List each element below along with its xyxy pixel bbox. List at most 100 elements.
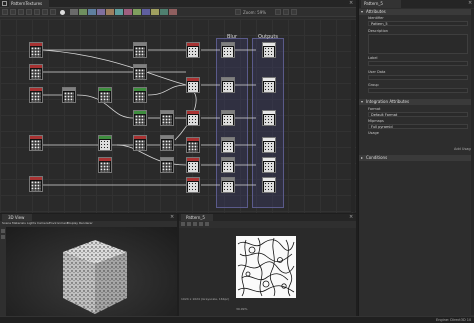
properties-tab-title: Pattern_5 bbox=[364, 1, 383, 6]
graph-node[interactable] bbox=[62, 87, 76, 103]
group-field[interactable] bbox=[368, 88, 468, 93]
node-header bbox=[222, 138, 234, 141]
mipmaps-value: Full pyramid bbox=[371, 125, 393, 129]
close-icon[interactable]: × bbox=[170, 215, 174, 220]
graph-node[interactable] bbox=[29, 42, 43, 58]
node-thumbnail bbox=[264, 82, 274, 92]
node-header bbox=[263, 158, 275, 161]
node-thumbnail bbox=[162, 115, 172, 125]
graph-node[interactable] bbox=[160, 110, 174, 126]
blur-node[interactable] bbox=[221, 177, 235, 193]
add-usage-button[interactable]: Add Usage bbox=[454, 147, 473, 152]
label-field[interactable] bbox=[368, 61, 468, 66]
blur-node[interactable] bbox=[221, 137, 235, 153]
view3d-menu-renderer[interactable]: Renderer bbox=[79, 222, 93, 225]
mipmaps-select[interactable]: Full pyramid bbox=[368, 124, 468, 129]
view2d-tab[interactable]: Pattern_5 bbox=[181, 214, 213, 221]
view2d-zoom: 39.99% bbox=[236, 307, 248, 311]
graph-node[interactable] bbox=[186, 42, 200, 58]
node-thumbnail bbox=[188, 82, 198, 92]
blur-node[interactable] bbox=[221, 110, 235, 126]
node-thumbnail bbox=[188, 142, 198, 152]
graph-node[interactable] bbox=[29, 135, 43, 151]
graph-node[interactable] bbox=[186, 177, 200, 193]
graph-node[interactable] bbox=[133, 64, 147, 80]
graph-node[interactable] bbox=[160, 135, 174, 151]
graph-scrollbar[interactable] bbox=[351, 20, 355, 212]
user-data-field[interactable] bbox=[368, 75, 468, 80]
node-header bbox=[187, 43, 199, 46]
graph-node[interactable] bbox=[29, 176, 43, 192]
node-thumbnail bbox=[64, 92, 74, 102]
texture-preview[interactable] bbox=[236, 236, 296, 298]
node-header bbox=[30, 88, 42, 91]
identifier-field[interactable]: Pattern_5 bbox=[368, 21, 468, 26]
node-thumbnail bbox=[100, 92, 110, 102]
output-node[interactable] bbox=[262, 137, 276, 153]
graph-node[interactable] bbox=[29, 64, 43, 80]
properties-tab-bar: Pattern_5 × bbox=[359, 0, 474, 8]
node-thumbnail bbox=[135, 92, 145, 102]
blur-node[interactable] bbox=[221, 77, 235, 93]
node-header bbox=[263, 43, 275, 46]
description-label: Description bbox=[368, 29, 388, 33]
view-tool-icon[interactable] bbox=[1, 229, 5, 233]
graph-node[interactable] bbox=[186, 77, 200, 93]
description-field[interactable] bbox=[368, 34, 468, 54]
view-tool-icon[interactable] bbox=[187, 222, 191, 226]
view3d-tab-title: 3D View bbox=[8, 215, 25, 220]
view3d-menu-environment[interactable]: Environment bbox=[49, 222, 68, 225]
view3d-menu-lights[interactable]: Lights bbox=[27, 222, 36, 225]
node-thumbnail bbox=[31, 69, 41, 79]
usage-label: Usage bbox=[368, 131, 379, 135]
properties-tab[interactable]: Pattern_5 bbox=[361, 0, 401, 8]
view3d-tab[interactable]: 3D View bbox=[2, 214, 32, 221]
view-tool-icon[interactable] bbox=[1, 235, 5, 239]
close-icon[interactable]: × bbox=[349, 215, 353, 220]
graph-node[interactable] bbox=[186, 110, 200, 126]
node-header bbox=[161, 136, 173, 139]
view3d-menu-camera[interactable]: Camera bbox=[37, 222, 49, 225]
graph-node[interactable] bbox=[133, 135, 147, 151]
graph-node[interactable] bbox=[98, 157, 112, 173]
section-attributes-title: Attributes bbox=[366, 9, 386, 14]
graph-node[interactable] bbox=[160, 157, 174, 173]
node-thumbnail bbox=[135, 69, 145, 79]
section-integration-header[interactable]: ▾ Integration Attributes bbox=[359, 99, 474, 105]
blur-node[interactable] bbox=[221, 42, 235, 58]
graph-node[interactable] bbox=[98, 135, 112, 151]
view3d-menu-display[interactable]: Display bbox=[67, 222, 78, 225]
view-tool-icon[interactable] bbox=[181, 222, 185, 226]
output-node[interactable] bbox=[262, 157, 276, 173]
close-icon[interactable]: × bbox=[468, 1, 472, 6]
view3d-menu-scene[interactable]: Scene bbox=[2, 222, 11, 225]
view-tool-icon[interactable] bbox=[205, 222, 209, 226]
node-thumbnail bbox=[264, 47, 274, 57]
label-label: Label bbox=[368, 56, 378, 60]
node-header bbox=[134, 136, 146, 139]
node-header bbox=[30, 177, 42, 180]
graph-node[interactable] bbox=[29, 87, 43, 103]
graph-node[interactable] bbox=[133, 87, 147, 103]
node-thumbnail bbox=[31, 92, 41, 102]
section-conditions-header[interactable]: ▸ Conditions bbox=[359, 155, 474, 161]
output-node[interactable] bbox=[262, 177, 276, 193]
graph-node[interactable] bbox=[186, 157, 200, 173]
output-node[interactable] bbox=[262, 110, 276, 126]
view3d-menu-materials[interactable]: Materials bbox=[12, 222, 26, 225]
output-node[interactable] bbox=[262, 42, 276, 58]
section-attributes-header[interactable]: ▾ Attributes bbox=[359, 9, 474, 15]
view-tool-icon[interactable] bbox=[193, 222, 197, 226]
graph-node[interactable] bbox=[133, 110, 147, 126]
node-thumbnail bbox=[135, 140, 145, 150]
view-tool-icon[interactable] bbox=[199, 222, 203, 226]
graph-node[interactable] bbox=[186, 137, 200, 153]
node-header bbox=[134, 43, 146, 46]
blur-node[interactable] bbox=[221, 157, 235, 173]
format-select[interactable]: Default Format bbox=[368, 112, 468, 117]
graph-node[interactable] bbox=[98, 87, 112, 103]
node-header bbox=[63, 88, 75, 91]
graph-node[interactable] bbox=[133, 42, 147, 58]
output-node[interactable] bbox=[262, 77, 276, 93]
node-header bbox=[134, 111, 146, 114]
